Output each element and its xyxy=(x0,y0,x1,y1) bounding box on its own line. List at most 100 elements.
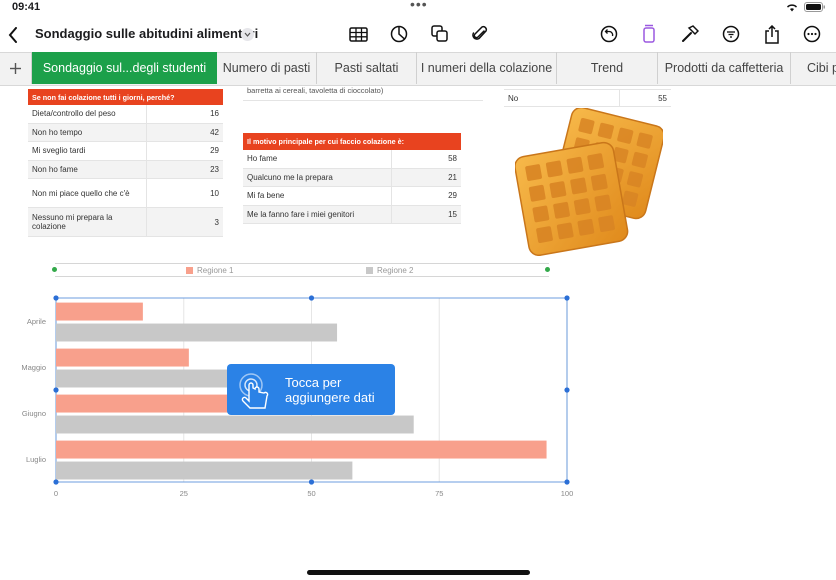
table-row[interactable]: Mi fa bene 29 xyxy=(243,187,461,206)
row-value: 3 xyxy=(146,208,223,236)
selection-handle[interactable] xyxy=(53,295,59,301)
bar-regione-2-aprile xyxy=(56,323,338,342)
motive-table[interactable]: Il motivo principale per cui faccio cola… xyxy=(243,133,461,224)
table-row[interactable]: Mi sveglio tardi 29 xyxy=(28,142,223,161)
more-icon[interactable] xyxy=(801,23,823,45)
tab-trend[interactable]: Trend xyxy=(557,52,658,84)
add-data-popover[interactable]: Tocca per aggiungere dati xyxy=(227,364,395,415)
selection-handle[interactable] xyxy=(308,479,315,485)
y-category-label: Aprile xyxy=(27,317,46,326)
table-icon[interactable] xyxy=(347,23,369,45)
multitask-dots-icon[interactable]: ••• xyxy=(410,0,428,12)
row-label: Nessuno mi prepara la colazione xyxy=(32,213,113,231)
row-label: Mi sveglio tardi xyxy=(32,146,86,156)
table-row[interactable]: Ho fame 58 xyxy=(243,150,461,169)
x-tick-label: 25 xyxy=(180,489,188,498)
partial-table-text: barretta ai cereali, tavoletta di ciocco… xyxy=(247,86,384,95)
legend-handle-left[interactable] xyxy=(52,267,57,272)
partial-table-row[interactable]: barretta ai cereali, tavoletta di ciocco… xyxy=(243,84,483,101)
row-value: 23 xyxy=(146,160,223,178)
chevron-down-icon[interactable] xyxy=(241,28,254,41)
row-value: 29 xyxy=(391,187,461,205)
row-label: Non ho tempo xyxy=(32,127,83,137)
wifi-icon xyxy=(787,3,797,11)
legend-handle-right[interactable] xyxy=(545,267,550,272)
legend-item-regione-2: Regione 2 xyxy=(366,266,413,275)
table-row[interactable]: Qualcuno me la prepara 21 xyxy=(243,168,461,187)
row-value: 10 xyxy=(146,179,223,207)
table-row[interactable]: Dieta/controllo del peso 16 xyxy=(28,105,223,124)
popover-text: Tocca per aggiungere dati xyxy=(285,374,375,405)
x-tick-label: 100 xyxy=(561,489,574,498)
row-value: 58 xyxy=(391,150,461,168)
add-sheet-icon[interactable] xyxy=(0,52,32,84)
legend-item-regione-1: Regione 1 xyxy=(186,266,233,275)
row-value: 29 xyxy=(146,142,223,160)
legend-label-regione-2: Regione 2 xyxy=(377,266,414,275)
x-tick-label: 0 xyxy=(54,489,58,498)
row-label: Qualcuno me la prepara xyxy=(247,172,333,182)
filter-icon[interactable] xyxy=(720,23,742,45)
tap-gesture-icon xyxy=(239,372,269,409)
table-row[interactable]: Nessuno mi prepara la colazione 3 xyxy=(28,208,223,237)
table-row[interactable]: Non ho fame 23 xyxy=(28,160,223,179)
bar-regione-1-maggio xyxy=(56,348,189,367)
selection-handle[interactable] xyxy=(53,387,59,393)
share-icon[interactable] xyxy=(761,23,783,45)
table-row[interactable]: Non mi piace quello che c'è 10 xyxy=(28,179,223,208)
hammer-icon[interactable] xyxy=(679,23,701,45)
reasons-table[interactable]: Se non fai colazione tutti i giorni, per… xyxy=(28,89,223,237)
no-label: No xyxy=(508,93,519,103)
tab-pasti-saltati[interactable]: Pasti saltati xyxy=(317,52,417,84)
selection-handle[interactable] xyxy=(564,295,570,301)
bar-regione-2-giugno xyxy=(56,415,414,434)
bar-regione-1-aprile xyxy=(56,302,143,321)
no-row[interactable]: No 55 xyxy=(504,89,671,107)
home-indicator[interactable] xyxy=(307,570,530,575)
table-row[interactable]: Me la fanno fare i miei genitori 15 xyxy=(243,205,461,224)
row-label: Dieta/controllo del peso xyxy=(32,109,116,119)
paperclip-icon[interactable] xyxy=(469,23,491,45)
legend-label-regione-1: Regione 1 xyxy=(197,266,234,275)
battery-icon xyxy=(804,2,825,12)
row-value: 16 xyxy=(146,105,223,123)
back-icon[interactable] xyxy=(8,27,18,48)
y-category-label: Maggio xyxy=(21,363,46,372)
x-tick-label: 75 xyxy=(435,489,443,498)
chart-icon[interactable] xyxy=(388,23,410,45)
bar-regione-1-luglio xyxy=(56,440,547,459)
waffle-image[interactable] xyxy=(514,106,665,261)
shapes-icon[interactable] xyxy=(429,23,451,45)
tab-cibi[interactable]: Cibi p xyxy=(791,52,836,84)
row-label: Me la fanno fare i miei genitori xyxy=(247,209,355,219)
legend-swatch-regione-2 xyxy=(366,267,373,274)
row-label: Ho fame xyxy=(247,154,278,164)
selection-handle[interactable] xyxy=(308,295,315,301)
y-category-label: Giugno xyxy=(22,409,46,418)
row-label: Non ho fame xyxy=(32,164,78,174)
no-value: 55 xyxy=(619,90,671,106)
motive-table-title: Il motivo principale per cui faccio cola… xyxy=(243,133,461,150)
table-row[interactable]: Non ho tempo 42 xyxy=(28,123,223,142)
legend-swatch-regione-1 xyxy=(186,267,193,274)
selection-handle[interactable] xyxy=(564,479,570,485)
bar-regione-2-luglio xyxy=(56,461,353,480)
status-time: 09:41 xyxy=(12,1,41,13)
row-label: Non mi piace quello che c'è xyxy=(32,188,130,198)
tab-sondaggio[interactable]: Sondaggio sul...degli studenti xyxy=(32,52,217,84)
row-value: 21 xyxy=(391,168,461,186)
chart-legend[interactable]: Regione 1 Regione 2 xyxy=(52,263,550,277)
reasons-table-title: Se non fai colazione tutti i giorni, per… xyxy=(28,89,223,105)
row-value: 15 xyxy=(391,205,461,223)
selection-handle[interactable] xyxy=(53,479,59,485)
tab-prodotti-caffetteria[interactable]: Prodotti da caffetteria xyxy=(658,52,791,84)
tab-numero-di-pasti[interactable]: Numero di pasti xyxy=(217,52,317,84)
document-title[interactable]: Sondaggio sulle abitudini alimentari xyxy=(35,26,258,41)
row-label: Mi fa bene xyxy=(247,191,285,201)
selection-handle[interactable] xyxy=(564,387,570,393)
tab-numeri-colazione[interactable]: I numeri della colazione xyxy=(417,52,557,84)
x-tick-label: 50 xyxy=(307,489,315,498)
format-paintbrush-icon[interactable] xyxy=(638,23,660,45)
row-value: 42 xyxy=(146,123,223,141)
undo-icon[interactable] xyxy=(598,23,620,45)
